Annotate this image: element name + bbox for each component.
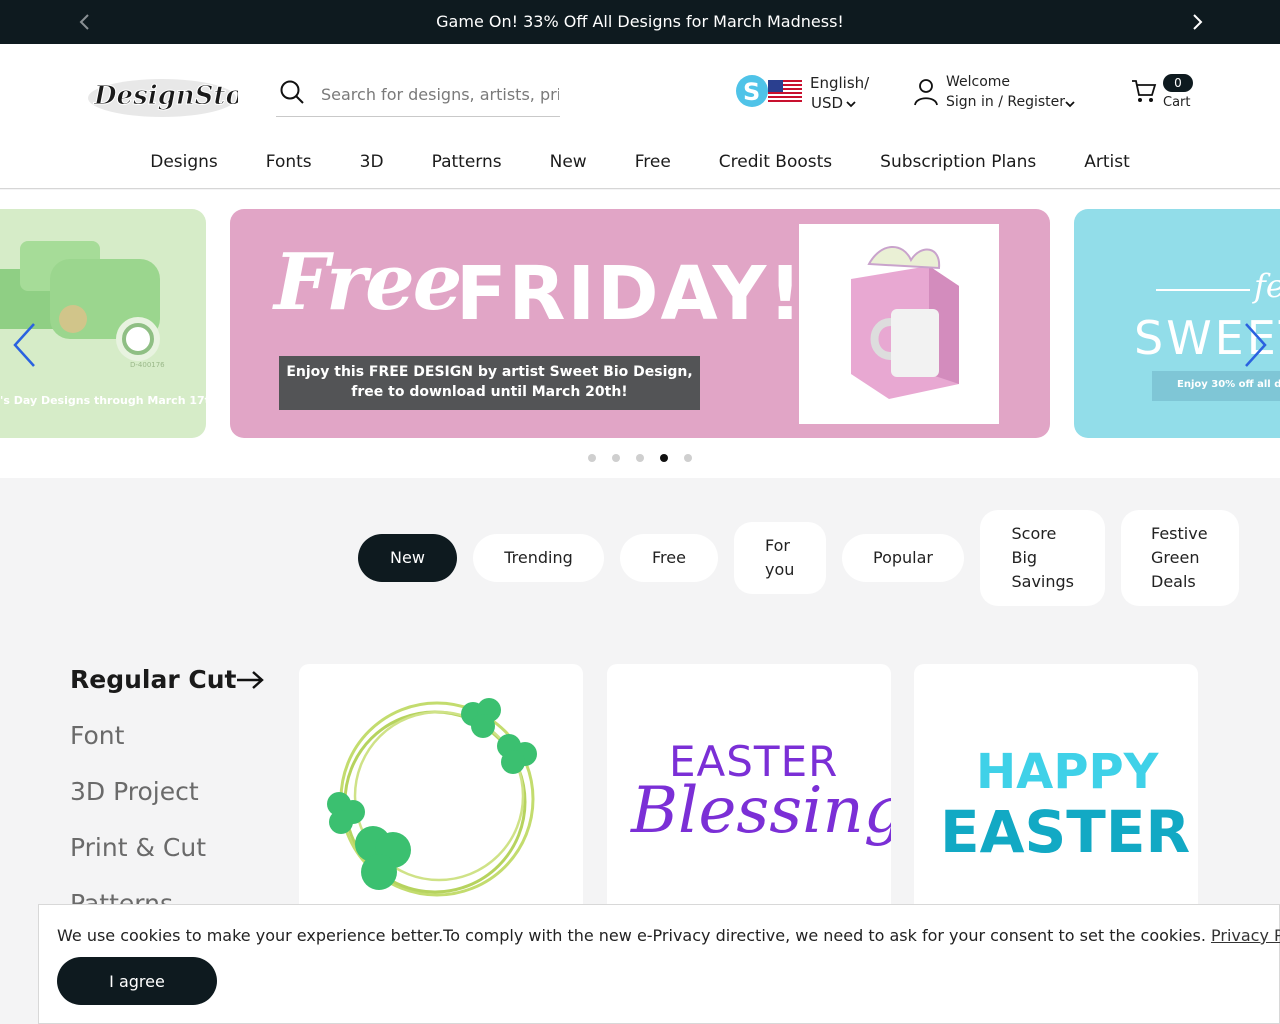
privacy-policy-link[interactable]: Privacy Policy xyxy=(1211,926,1280,945)
slide-caption: 's Day Designs through March 17th xyxy=(0,394,206,407)
promo-message[interactable]: Game On! 33% Off All Designs for March M… xyxy=(0,12,1280,31)
filter-popular[interactable]: Popular xyxy=(842,534,964,582)
nav-new[interactable]: New xyxy=(550,152,587,180)
slide-offer: Enjoy 30% off all des xyxy=(1152,371,1280,401)
svg-text:S: S xyxy=(743,78,760,106)
main-nav: Designs Fonts 3D Patterns New Free Credi… xyxy=(0,152,1280,180)
divider-line xyxy=(1156,289,1250,291)
carousel-dot[interactable] xyxy=(636,454,644,462)
nav-3d[interactable]: 3D xyxy=(360,152,384,180)
sign-in-link[interactable]: Sign in / Register xyxy=(946,94,1065,110)
filter-label: Popular xyxy=(873,548,933,567)
locale-selector[interactable]: S English/ USD xyxy=(735,74,875,114)
nav-subscription-plans[interactable]: Subscription Plans xyxy=(880,152,1036,180)
cookie-message: We use cookies to make your experience b… xyxy=(57,926,1206,945)
chevron-down-icon xyxy=(846,101,856,108)
agree-button[interactable]: I agree xyxy=(57,957,217,1005)
language-label: English/ xyxy=(810,74,870,92)
slide-free-friday[interactable]: Free FRIDAY! Enjoy this FREE DESIGN by a… xyxy=(230,209,1050,438)
welcome-label: Welcome xyxy=(946,74,1011,90)
arrow-right-icon[interactable] xyxy=(236,670,264,690)
filter-label: Score Big Savings xyxy=(1011,524,1075,591)
currency-label: USD xyxy=(811,94,844,112)
carousel-dot-active[interactable] xyxy=(660,454,668,462)
note-line-1: Enjoy this FREE DESIGN by artist Sweet B… xyxy=(286,364,693,380)
happy-word: HAPPY xyxy=(976,744,1160,800)
search-input[interactable] xyxy=(321,80,559,108)
category-print-cut[interactable]: Print & Cut xyxy=(70,833,206,862)
category-font[interactable]: Font xyxy=(70,721,124,750)
promo-bar: Game On! 33% Off All Designs for March M… xyxy=(0,0,1280,44)
s-logo-icon: S xyxy=(736,75,768,107)
filter-trending[interactable]: Trending xyxy=(473,534,604,582)
cookie-text-row: We use cookies to make your experience b… xyxy=(57,926,1280,945)
cart-count-badge: 0 xyxy=(1163,74,1193,92)
free-design-note: Enjoy this FREE DESIGN by artist Sweet B… xyxy=(279,356,700,410)
user-icon xyxy=(914,79,938,106)
carousel-prev-icon[interactable] xyxy=(10,322,40,368)
site-logo[interactable]: DesignStore xyxy=(86,71,238,121)
svg-text:DesignStore: DesignStore xyxy=(93,81,238,111)
promo-next-icon[interactable] xyxy=(1186,11,1208,33)
filter-for-you[interactable]: For you xyxy=(734,522,826,594)
carousel-dots xyxy=(588,454,692,464)
nav-credit-boosts[interactable]: Credit Boosts xyxy=(719,152,832,180)
nav-artist[interactable]: Artist xyxy=(1084,152,1130,180)
category-regular-cut[interactable]: Regular Cut xyxy=(70,665,236,694)
chevron-down-icon xyxy=(1065,101,1075,108)
nav-fonts[interactable]: Fonts xyxy=(266,152,312,180)
carousel-dot[interactable] xyxy=(588,454,596,462)
filter-label: New xyxy=(390,548,425,567)
account-menu[interactable]: Welcome Sign in / Register xyxy=(912,74,1092,114)
blessings-word: Blessings xyxy=(630,774,891,848)
filter-label: Festive Green Deals xyxy=(1151,524,1208,591)
carousel-next-icon[interactable] xyxy=(1240,322,1270,368)
filter-score-big-savings[interactable]: Score Big Savings xyxy=(980,510,1105,606)
carousel-dot[interactable] xyxy=(684,454,692,462)
nav-free[interactable]: Free xyxy=(635,152,671,180)
filter-label: Free xyxy=(652,548,686,567)
product-card-happy-easter[interactable]: HAPPY EASTER xyxy=(914,664,1198,924)
friday-title: FRIDAY! xyxy=(456,251,805,337)
search-box xyxy=(276,76,560,117)
slide-script: fe xyxy=(1254,267,1280,305)
design-code: D-400176 xyxy=(130,361,165,369)
filter-new[interactable]: New xyxy=(358,534,457,582)
shamrock-wreath-image xyxy=(327,698,537,897)
free-script-title: Free xyxy=(274,237,462,328)
site-header: DesignStore S English/ USD Welcome Sign … xyxy=(0,44,1280,189)
search-icon[interactable] xyxy=(279,79,305,105)
cookie-banner: We use cookies to make your experience b… xyxy=(38,904,1280,1024)
filter-label: For you xyxy=(765,536,795,579)
filter-label: Trending xyxy=(504,548,573,567)
product-card-easter-blessings[interactable]: EASTER Blessings xyxy=(607,664,891,924)
nav-designs[interactable]: Designs xyxy=(150,152,218,180)
note-line-2: free to download until March 20th! xyxy=(351,384,628,400)
easter-blessings-image: EASTER Blessings xyxy=(630,737,891,848)
carousel-dot[interactable] xyxy=(612,454,620,462)
category-3d-project[interactable]: 3D Project xyxy=(70,777,199,806)
cart-label: Cart xyxy=(1163,95,1191,110)
mug-box-image xyxy=(799,224,999,424)
easter-word: EASTER xyxy=(940,798,1190,866)
us-flag-icon xyxy=(768,80,802,102)
cart-icon xyxy=(1132,80,1157,102)
cart-button[interactable]: 0 Cart xyxy=(1128,74,1198,114)
product-card-shamrock-wreath[interactable] xyxy=(299,664,583,924)
filter-free[interactable]: Free xyxy=(620,534,718,582)
hero-carousel: D-400176 's Day Designs through March 17… xyxy=(0,190,1280,478)
filter-festive-green-deals[interactable]: Festive Green Deals xyxy=(1121,510,1239,606)
nav-patterns[interactable]: Patterns xyxy=(432,152,502,180)
happy-easter-image: HAPPY EASTER xyxy=(940,744,1190,866)
